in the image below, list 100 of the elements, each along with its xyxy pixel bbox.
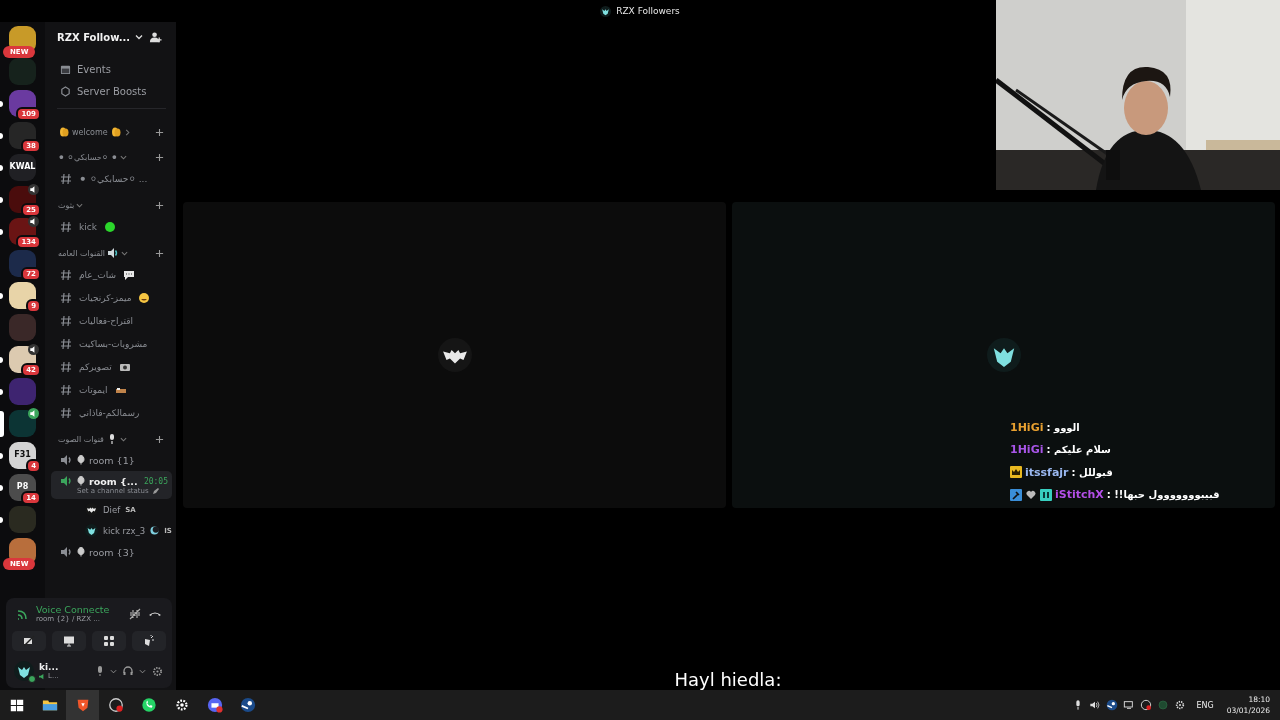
channel-item[interactable]: شات_عام [51, 263, 172, 286]
server-name[interactable]: RZX Follow... [57, 31, 131, 43]
noise-suppression-icon[interactable] [128, 606, 142, 621]
channel-item[interactable]: مشروبات-بساكيت [51, 332, 172, 355]
gear-icon [173, 697, 190, 713]
channel-name: kick [79, 221, 97, 232]
crown-icon [1010, 466, 1022, 479]
calendar-icon [60, 63, 71, 75]
heart-icon [1025, 488, 1037, 501]
add-channel-icon[interactable] [155, 152, 164, 162]
channel-name: room {1} [89, 454, 135, 466]
activities-button[interactable] [92, 631, 126, 651]
category-name[interactable]: بثوث [58, 200, 75, 210]
voice-user-name[interactable]: Dief [103, 504, 121, 515]
hash-icon [60, 406, 72, 419]
channel-item[interactable]: ايموتات [51, 378, 172, 401]
circle-icon [1156, 699, 1169, 711]
bat-avatar-icon [437, 338, 472, 372]
chat-username: 1HiGi [1010, 420, 1044, 434]
voice-channel-item[interactable]: room {1} [51, 449, 172, 471]
channel-name: تصويركم [79, 361, 112, 372]
screen-share-icon [63, 635, 75, 647]
language-indicator[interactable]: ENG [1196, 700, 1214, 710]
window-title: RZX Followers [616, 6, 680, 16]
channel-name: مشروبات-بساكيت [79, 338, 148, 349]
server-icon[interactable] [9, 442, 36, 469]
category-name[interactable]: welcome [72, 127, 108, 137]
speaker-icon [60, 454, 73, 466]
channel-name: room {3} [89, 546, 135, 558]
chat-phone-icon [140, 697, 157, 713]
menu-item[interactable]: Server Boosts [77, 85, 147, 97]
channel-item[interactable]: رسمالكم-فاذاني [51, 401, 172, 424]
username[interactable]: ki... [39, 662, 90, 672]
hammer-icon [1010, 488, 1022, 501]
steam-icon [1105, 699, 1118, 711]
microphone-icon[interactable] [95, 665, 105, 677]
channel-item[interactable]: اقتراح-فعاليات [51, 309, 172, 332]
microphone-icon [77, 476, 85, 486]
hash-icon [60, 172, 72, 185]
boost-gem-icon [60, 85, 71, 97]
hash-icon [60, 314, 72, 327]
speaker-icon [60, 475, 73, 487]
channel-name: شات_عام [79, 269, 116, 280]
menu-item[interactable]: Events [77, 63, 111, 75]
microphone-icon [77, 455, 85, 465]
server-logo-text: F31 [13, 450, 32, 459]
steam-icon [239, 697, 256, 713]
channel-item[interactable]: ⚫ ⚪حسابكي⚪ ... [51, 167, 172, 190]
clapping-hands-icon [58, 126, 70, 138]
add-channel-icon[interactable] [155, 200, 164, 210]
add-member-icon[interactable] [149, 30, 162, 44]
add-channel-icon[interactable] [155, 248, 164, 258]
pencil-icon[interactable] [151, 487, 160, 495]
chevron-down-icon[interactable] [134, 32, 145, 42]
online-status-dot [28, 675, 36, 683]
moon-icon [150, 526, 160, 535]
category-name[interactable]: القنوات العامه [58, 248, 106, 258]
monitor-icon [1122, 699, 1135, 711]
hash-icon [60, 337, 72, 350]
chat-message: قبيبووووووول حبها!! : [1106, 489, 1220, 501]
channel-item[interactable]: تصويركم [51, 355, 172, 378]
caption-text: Hayl hiedla: [674, 669, 782, 690]
video-tile[interactable] [183, 202, 726, 508]
add-channel-icon[interactable] [155, 127, 164, 137]
channel-name: اقتراح-فعاليات [79, 315, 134, 326]
category-name[interactable]: قنوات الصوت [58, 434, 104, 444]
server-icon[interactable] [9, 282, 36, 309]
settings-icon[interactable] [151, 664, 164, 678]
server-icon[interactable] [9, 410, 36, 437]
controller-icon [1040, 488, 1052, 501]
voice-channel-item[interactable]: room {3} [51, 541, 172, 563]
channel-item[interactable]: ميمز-كرنجيات [51, 286, 172, 309]
hash-icon [60, 220, 72, 233]
channel-item[interactable]: kick [51, 215, 172, 238]
channel-name: ⚫ ⚪حسابكي⚪ ... [79, 173, 148, 184]
mask-avatar-icon [600, 5, 612, 17]
chat-message: الووو : [1046, 421, 1080, 433]
clapping-hands-icon [109, 126, 122, 138]
hash-icon [60, 291, 72, 304]
call-timer: 20:05 [143, 476, 168, 486]
mask-avatar-icon [85, 524, 98, 537]
mask-avatar-icon [14, 661, 34, 681]
soundboard-button[interactable] [132, 631, 166, 651]
camera-off-button[interactable] [12, 631, 46, 651]
gear-icon [1173, 699, 1186, 711]
channel-name: ميمز-كرنجيات [79, 292, 132, 303]
voice-status[interactable]: Voice Connecte [36, 604, 122, 615]
chat-username: 1HiGi [1010, 443, 1044, 457]
grid-icon [103, 635, 115, 647]
add-channel-icon[interactable] [155, 434, 164, 444]
chevron-right-icon[interactable] [123, 128, 131, 136]
screen-share-button[interactable] [52, 631, 86, 651]
microphone-icon [77, 547, 85, 557]
headphones-icon[interactable] [122, 665, 134, 677]
chat-message: قبوللل : [1071, 466, 1113, 478]
voice-user-name[interactable]: kick rzx_3 [103, 525, 146, 536]
recorder-icon [1139, 699, 1152, 711]
category-name[interactable]: ⚫ ⚪حسابكي⚪ ⚫ [58, 152, 118, 162]
speaker-icon [1088, 699, 1101, 711]
chat-message: سلام عليكم : [1046, 444, 1111, 456]
